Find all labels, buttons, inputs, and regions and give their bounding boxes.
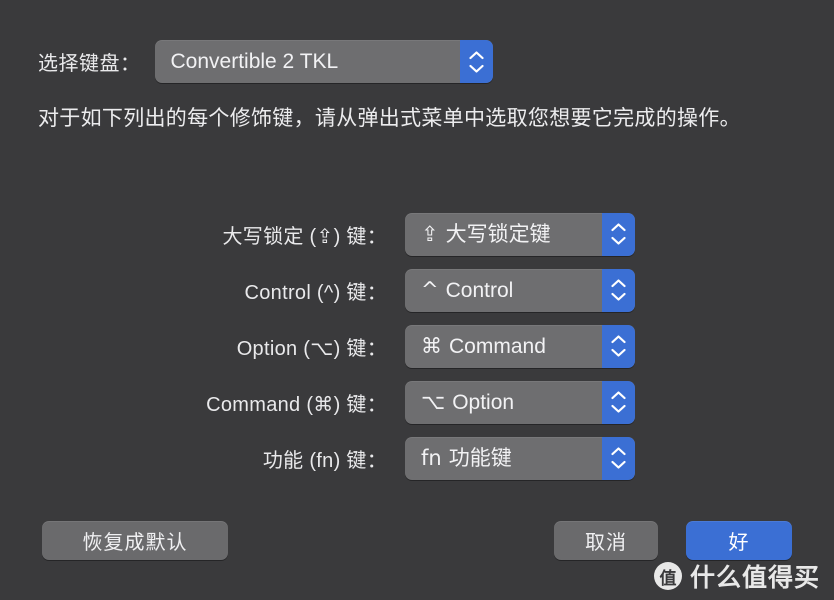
watermark-badge-icon: 值 [653,562,682,590]
restore-defaults-button[interactable]: 恢复成默认 [42,521,228,560]
keyboard-selector-row: 选择键盘： Convertible 2 TKL [38,40,493,83]
modifier-label-fn: 功能 (fn) 键： [262,449,387,472]
modifier-value-text-control: Control [445,278,514,302]
modifier-row-control: Control (^) 键： ^ Control [0,262,834,318]
modifier-row-capslock: 大写锁定 (⇪) 键： ⇪ 大写锁定键 [0,206,834,262]
modifier-dropdown-capslock[interactable]: ⇪ 大写锁定键 [405,212,635,256]
modifier-dropdown-option[interactable]: ⌘ Command [405,324,635,368]
cancel-button[interactable]: 取消 [554,521,658,560]
keyboard-selector-dropdown[interactable]: Convertible 2 TKL [154,40,493,83]
modifier-row-command: Command (⌘) 键： ⌥ Option [0,374,834,430]
option-symbol-icon: ⌥ [421,389,446,414]
keyboard-selector-label: 选择键盘： [38,53,141,75]
modifier-value-option: ⌘ Command [421,333,602,358]
modifier-value-control: ^ Control [421,277,602,302]
modifier-value-text-option: Command [449,334,546,358]
stepper-arrows-icon[interactable] [602,268,635,312]
modifier-label-capslock: 大写锁定 (⇪) 键： [222,225,387,248]
modifier-label-control: Control (^) 键： [244,281,387,304]
command-symbol-icon: ⌘ [421,333,442,358]
capslock-symbol-icon: ⇪ [421,221,439,246]
modifier-value-fn: fn 功能键 [421,445,602,470]
modifier-row-option: Option (⌥) 键： ⌘ Command [0,318,834,374]
modifier-dropdown-fn[interactable]: fn 功能键 [405,436,635,480]
stepper-arrows-icon[interactable] [459,40,493,83]
modifier-dropdown-control[interactable]: ^ Control [405,268,635,312]
fn-symbol-icon: fn [421,445,442,470]
modifier-value-command: ⌥ Option [421,389,602,414]
modifier-keys-sheet: 选择键盘： Convertible 2 TKL 对于如下列出的每个修饰键，请从弹… [0,0,834,600]
modifier-rows: 大写锁定 (⇪) 键： ⇪ 大写锁定键 Control (^) 键： ^ Con… [0,206,834,486]
modifier-value-text-capslock: 大写锁定键 [445,222,551,246]
modifier-dropdown-command[interactable]: ⌥ Option [405,380,635,424]
instruction-text: 对于如下列出的每个修饰键，请从弹出式菜单中选取您想要它完成的操作。 [38,107,741,130]
modifier-value-capslock: ⇪ 大写锁定键 [421,221,602,246]
stepper-arrows-icon[interactable] [602,324,635,368]
ok-button[interactable]: 好 [686,521,792,560]
stepper-arrows-icon[interactable] [602,436,635,480]
modifier-value-text-command: Option [452,390,515,414]
control-symbol-icon: ^ [421,277,439,302]
keyboard-selector-value: Convertible 2 TKL [170,50,339,73]
stepper-arrows-icon[interactable] [602,212,635,256]
watermark-text: 什么值得买 [689,564,820,592]
stepper-arrows-icon[interactable] [602,380,635,424]
modifier-value-text-fn: 功能键 [448,446,512,470]
watermark: 值 什么值得买 [653,558,820,594]
modifier-row-fn: 功能 (fn) 键： fn 功能键 [0,430,834,486]
modifier-label-command: Command (⌘) 键： [206,393,387,416]
modifier-label-option: Option (⌥) 键： [236,337,387,360]
